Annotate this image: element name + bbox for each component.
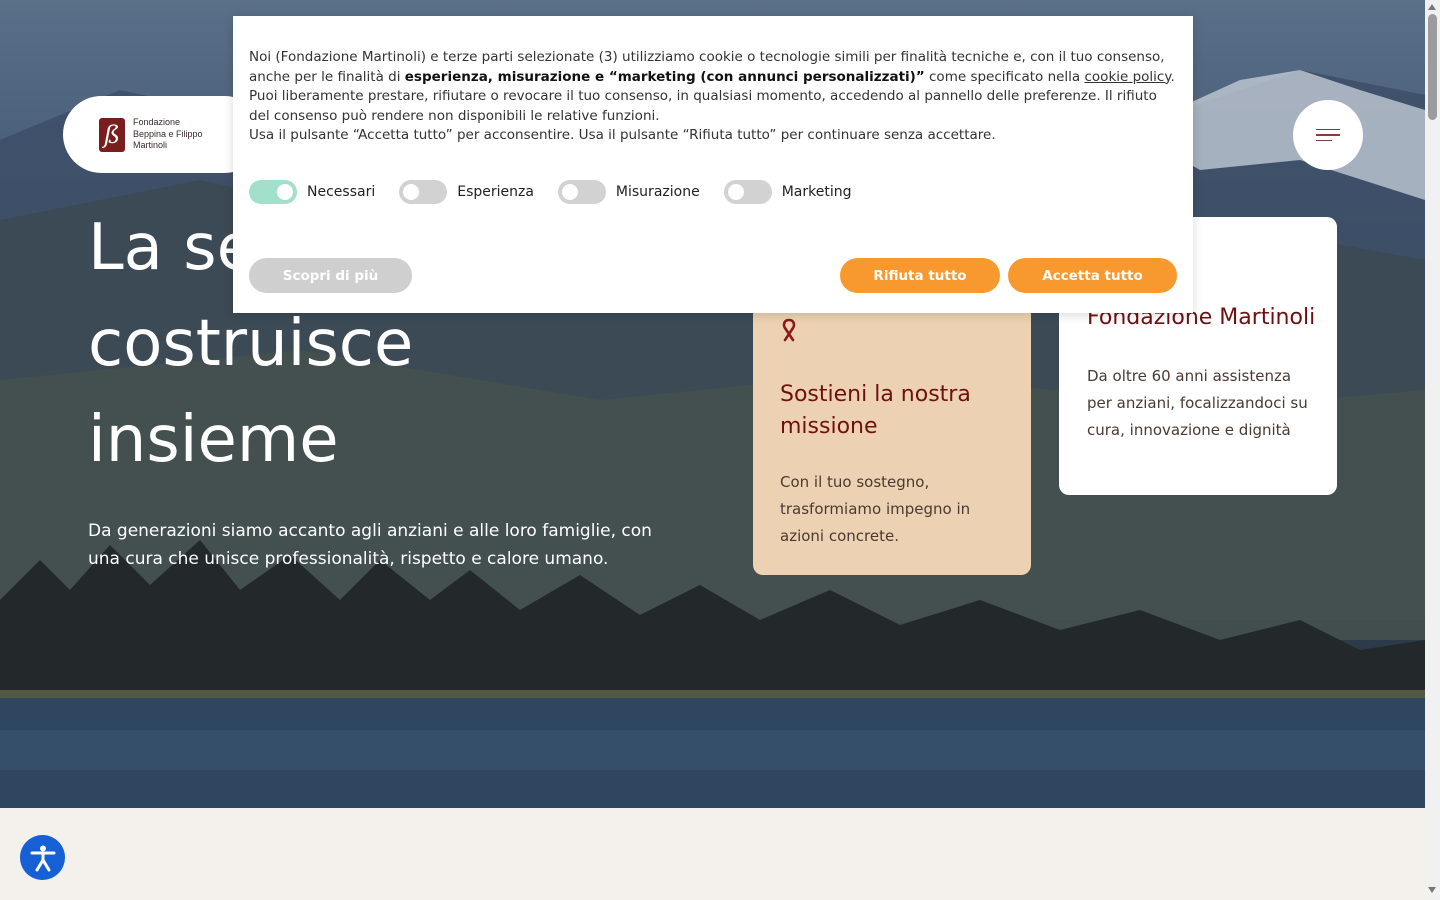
- learn-more-button[interactable]: Scopri di più: [249, 258, 412, 293]
- toggle-switch-marketing[interactable]: [723, 179, 772, 204]
- logo-line-2: Beppina e Filippo: [133, 128, 203, 139]
- toggle-label: Misurazione: [615, 183, 700, 200]
- hero-subtitle: Da generazioni siamo accanto agli anzian…: [88, 521, 652, 569]
- toggle-switch-misurazione[interactable]: [557, 179, 606, 204]
- reject-all-button[interactable]: Rifiuta tutto: [840, 258, 1000, 293]
- scroll-up-arrow-icon[interactable]: [1428, 4, 1436, 10]
- toggle-label: Necessari: [307, 183, 376, 200]
- menu-icon-line: [1316, 128, 1340, 131]
- cookie-policy-link[interactable]: cookie policy: [1085, 69, 1171, 85]
- toggle-switch-esperienza[interactable]: [399, 179, 448, 204]
- cookie-consent-banner: Noi (Fondazione Martinoli) e terze parti…: [233, 16, 1193, 313]
- cookie-toggles: Necessari Esperienza Misurazione Marketi…: [249, 179, 1177, 204]
- menu-icon-line: [1316, 134, 1340, 136]
- scroll-down-arrow-icon[interactable]: [1428, 887, 1436, 893]
- cookie-paragraph-2: Puoi liberamente prestare, rifiutare o r…: [249, 88, 1157, 124]
- cookie-text: Noi (Fondazione Martinoli) e terze parti…: [249, 48, 1177, 146]
- accessibility-icon: [30, 845, 55, 871]
- cookie-actions: Scopri di più Rifiuta tutto Accetta tutt…: [249, 258, 1177, 293]
- toggle-label: Marketing: [781, 183, 852, 200]
- mission-card[interactable]: Sostieni la nostra missione Con il tuo s…: [753, 290, 1031, 575]
- scrollbar-thumb[interactable]: [1428, 14, 1437, 120]
- accept-all-button[interactable]: Accetta tutto: [1008, 258, 1177, 293]
- cookie-paragraph-1: Noi (Fondazione Martinoli) e terze parti…: [249, 49, 1175, 85]
- ribbon-icon: [780, 318, 1004, 349]
- headline-line-3: insieme: [88, 403, 339, 477]
- mission-card-text: Con il tuo sostegno, trasformiamo impegn…: [780, 473, 971, 545]
- logo-mark-icon: ß: [99, 117, 125, 152]
- page-scrollbar[interactable]: [1425, 0, 1440, 900]
- toggle-necessari[interactable]: Necessari: [249, 179, 376, 204]
- logo-line-1: Fondazione: [133, 117, 181, 128]
- logo-text: Fondazione Beppina e Filippo Martinoli: [133, 117, 203, 152]
- toggle-marketing[interactable]: Marketing: [723, 179, 852, 204]
- mission-card-title: Sostieni la nostra missione: [780, 382, 971, 439]
- logo-line-3: Martinoli: [133, 140, 168, 151]
- toggle-switch-necessari[interactable]: [249, 179, 297, 204]
- toggle-esperienza[interactable]: Esperienza: [399, 179, 534, 204]
- accessibility-button[interactable]: [20, 835, 65, 880]
- cookie-purposes-bold: esperienza, misurazione e “marketing (co…: [404, 68, 925, 85]
- hamburger-menu-button[interactable]: [1293, 100, 1363, 170]
- cookie-paragraph-3: Usa il pulsante “Accetta tutto” per acco…: [249, 127, 996, 144]
- toggle-misurazione[interactable]: Misurazione: [557, 179, 700, 204]
- toggle-label: Esperienza: [457, 183, 534, 200]
- menu-icon-line: [1316, 139, 1332, 142]
- fondazione-card-text: Da oltre 60 anni assistenza per anziani,…: [1087, 367, 1308, 439]
